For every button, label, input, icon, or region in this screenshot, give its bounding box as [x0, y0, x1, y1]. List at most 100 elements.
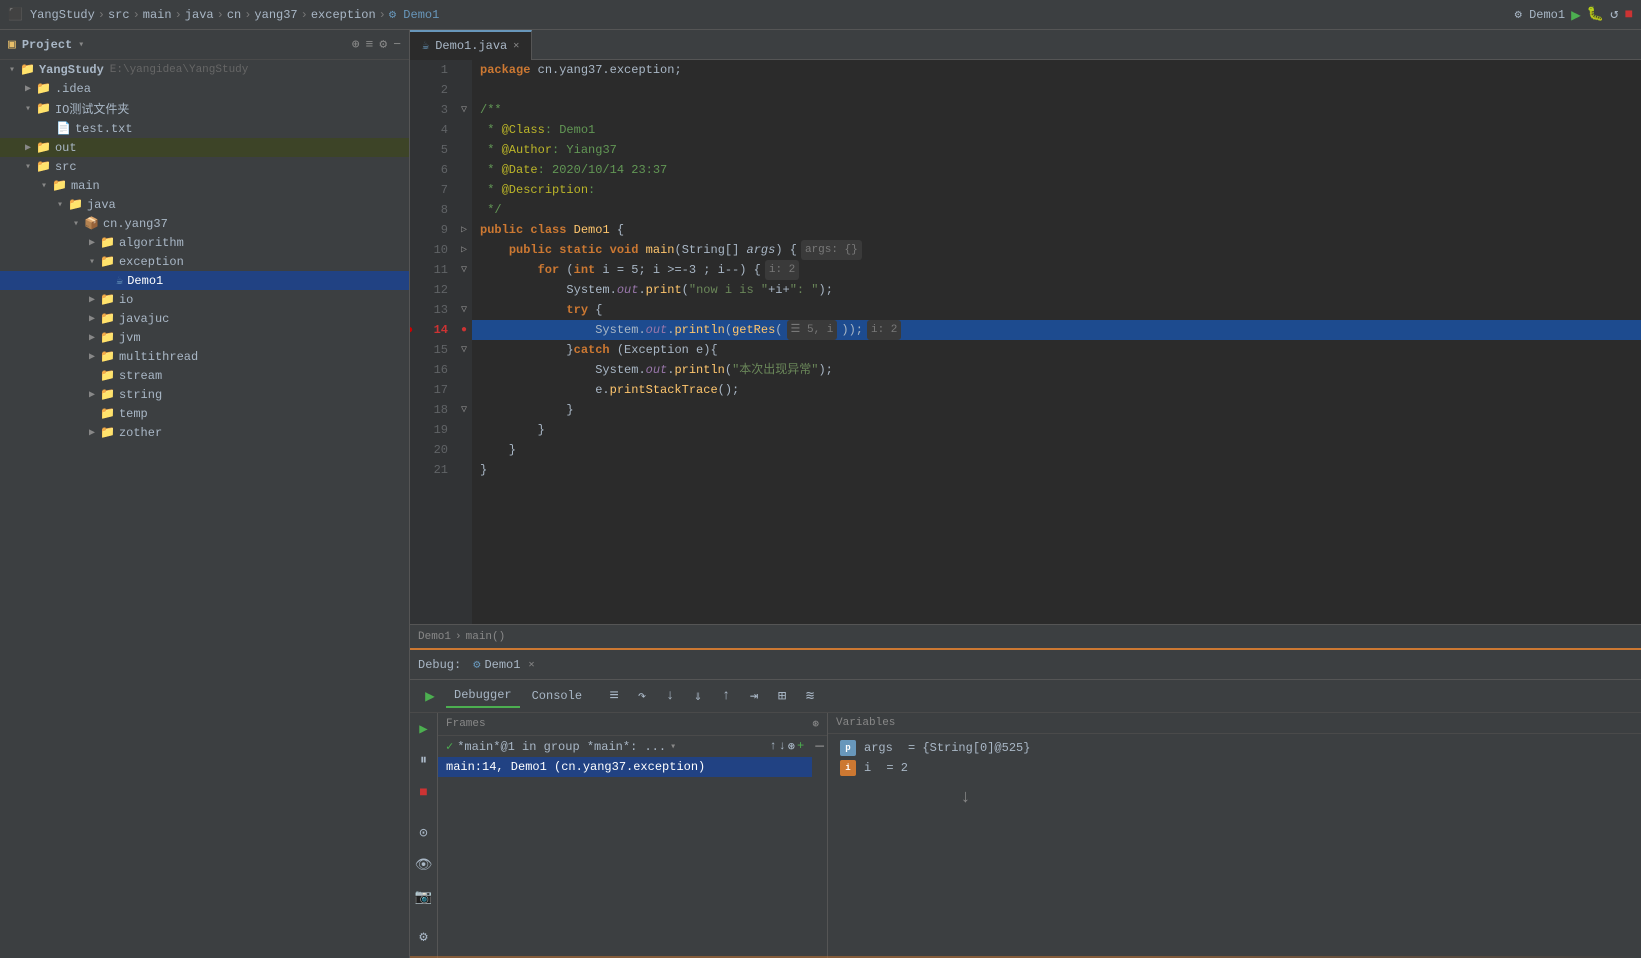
ln-17: 17: [410, 380, 448, 400]
watch-icon[interactable]: 👁: [412, 853, 436, 877]
frame-name: main:14, Demo1 (cn.yang37.exception): [446, 760, 705, 774]
rerun-button[interactable]: ↺: [1610, 6, 1618, 23]
pause-icon[interactable]: ⏸: [412, 749, 436, 773]
breadcrumb-class: Demo1: [418, 631, 451, 643]
code-line-3: /**: [472, 100, 1641, 120]
sync-icon[interactable]: ⊕: [352, 37, 360, 52]
gutter-3: ▽: [456, 100, 472, 120]
camera-icon[interactable]: 📷: [412, 885, 436, 909]
tree-zother[interactable]: ▶ 📁 zother: [0, 423, 409, 442]
tree-exception[interactable]: ▾ 📁 exception: [0, 252, 409, 271]
line-numbers: 1 2 3 4 5 6 7 8 9 10 11 12 13 14 15 16 1: [410, 60, 456, 624]
tree-temp[interactable]: ▶ 📁 temp: [0, 404, 409, 423]
arrow-root: ▾: [4, 64, 20, 76]
step-align-btn[interactable]: ≡: [602, 684, 626, 708]
thread-filter[interactable]: ⊛: [788, 739, 795, 754]
sidebar-chevron[interactable]: ▾: [78, 39, 84, 51]
evaluate-btn[interactable]: ⊞: [770, 684, 794, 708]
tab-close[interactable]: ✕: [513, 40, 519, 52]
arrow-out: ▶: [20, 142, 36, 154]
var-icon-i: i: [840, 760, 856, 776]
tree-io-folder[interactable]: ▾ 📁 IO测试文件夹: [0, 98, 409, 119]
var-icon-p: p: [840, 740, 856, 756]
tree-root[interactable]: ▾ 📁 YangStudy E:\yangidea\YangStudy: [0, 60, 409, 79]
tree-algorithm[interactable]: ▶ 📁 algorithm: [0, 233, 409, 252]
scroll-minus[interactable]: −: [814, 738, 825, 758]
run-button[interactable]: ▶: [1571, 5, 1581, 25]
var-i[interactable]: i i = 2: [828, 758, 1641, 778]
tree-out[interactable]: ▶ 📁 out: [0, 138, 409, 157]
step-over-btn[interactable]: ↷: [630, 684, 654, 708]
settings-left-icon[interactable]: ⚙: [412, 925, 436, 949]
check-icon: ✓: [446, 739, 453, 754]
step-into-force-btn[interactable]: ⇓: [686, 684, 710, 708]
editor-area: ☕ Demo1.java ✕ 1 2 3 4 5 6 7 8 9: [410, 30, 1641, 648]
breadcrumb-cn[interactable]: cn: [227, 8, 241, 22]
code-line-4: * @Class: Demo1: [472, 120, 1641, 140]
ln-12: 12: [410, 280, 448, 300]
status-bar: Demo1 › main(): [410, 624, 1641, 648]
resume-icon[interactable]: ▶: [412, 717, 436, 741]
settings-icon[interactable]: ⚙: [379, 37, 387, 52]
collapse-all-icon[interactable]: ≡: [366, 37, 374, 52]
breadcrumb-yang-study[interactable]: YangStudy: [30, 8, 95, 22]
thread-down[interactable]: ↓: [779, 739, 786, 754]
breadcrumb-exception[interactable]: exception: [311, 8, 376, 22]
breadcrumb-main[interactable]: main: [143, 8, 172, 22]
ln-21: 21: [410, 460, 448, 480]
tab-debugger[interactable]: Debugger: [446, 684, 520, 708]
run-to-cursor-left-icon[interactable]: ⊙: [412, 821, 436, 845]
breadcrumb-demo1[interactable]: ⚙ Demo1: [389, 7, 439, 22]
folder-icon-javajuc: 📁: [100, 311, 115, 326]
ln-8: 8: [410, 200, 448, 220]
debug-button[interactable]: 🐛: [1587, 6, 1604, 23]
tree-idea[interactable]: ▶ 📁 .idea: [0, 79, 409, 98]
tab-console[interactable]: Console: [524, 685, 590, 707]
tree-java[interactable]: ▾ 📁 java: [0, 195, 409, 214]
gutter-4: [456, 120, 472, 140]
tree-cn-yang37[interactable]: ▾ 📦 cn.yang37: [0, 214, 409, 233]
step-out-btn[interactable]: ↑: [714, 684, 738, 708]
folder-icon-java: 📁: [68, 197, 83, 212]
thread-up[interactable]: ↑: [769, 739, 776, 754]
tab-demo1[interactable]: ☕ Demo1.java ✕: [410, 30, 532, 60]
gutter-1: [456, 60, 472, 80]
folder-icon-idea: 📁: [36, 81, 51, 96]
folder-icon-multithread: 📁: [100, 349, 115, 364]
tree-main[interactable]: ▾ 📁 main: [0, 176, 409, 195]
tree-string[interactable]: ▶ 📁 string: [0, 385, 409, 404]
thread-add[interactable]: +: [797, 739, 804, 754]
code-content[interactable]: package cn.yang37.exception; /** * @Clas…: [472, 60, 1641, 624]
editor-right-panel: ☕ Demo1.java ✕ 1 2 3 4 5 6 7 8 9: [410, 30, 1641, 958]
arrow-algorithm: ▶: [84, 237, 100, 249]
tree-multithread[interactable]: ▶ 📁 multithread: [0, 347, 409, 366]
breadcrumb-src[interactable]: src: [108, 8, 130, 22]
tree-io[interactable]: ▶ 📁 io: [0, 290, 409, 309]
filter-icon[interactable]: ⊛: [812, 717, 819, 731]
run-to-cursor-btn[interactable]: ⇥: [742, 684, 766, 708]
gutter-2: [456, 80, 472, 100]
step-into-btn[interactable]: ↓: [658, 684, 682, 708]
tree-stream[interactable]: ▶ 📁 stream: [0, 366, 409, 385]
thread-dropdown[interactable]: ▾: [670, 741, 676, 753]
stop-icon[interactable]: ■: [412, 781, 436, 805]
close-sidebar-icon[interactable]: −: [393, 37, 401, 52]
debug-panel: Debug: ⚙ Demo1 ✕ ▶ Debugger Console ≡ ↷ …: [410, 648, 1641, 958]
debug-left-icons: ▶ ⏸ ■ ⊙ 👁 📷 ⚙: [410, 713, 438, 958]
stop-button[interactable]: ■: [1625, 7, 1633, 23]
ln-16: 16: [410, 360, 448, 380]
thread-item[interactable]: ✓ *main*@1 in group *main*: ... ▾ ↑ ↓ ⊛ …: [438, 736, 812, 757]
tree-javajuc[interactable]: ▶ 📁 javajuc: [0, 309, 409, 328]
breadcrumb-yang37[interactable]: yang37: [254, 8, 297, 22]
trace-btn[interactable]: ≋: [798, 684, 822, 708]
debug-tab-close[interactable]: ✕: [528, 659, 534, 671]
breadcrumb-java[interactable]: java: [185, 8, 214, 22]
resume-button[interactable]: ▶: [418, 684, 442, 708]
tree-src[interactable]: ▾ 📁 src: [0, 157, 409, 176]
var-args[interactable]: p args = {String[0]@525}: [828, 738, 1641, 758]
frame-selected[interactable]: main:14, Demo1 (cn.yang37.exception): [438, 757, 812, 777]
tree-test-txt[interactable]: ▶ 📄 test.txt: [0, 119, 409, 138]
tree-jvm[interactable]: ▶ 📁 jvm: [0, 328, 409, 347]
tree-demo1[interactable]: ▶ ☕ Demo1: [0, 271, 409, 290]
label-cn-yang37: cn.yang37: [103, 217, 168, 231]
